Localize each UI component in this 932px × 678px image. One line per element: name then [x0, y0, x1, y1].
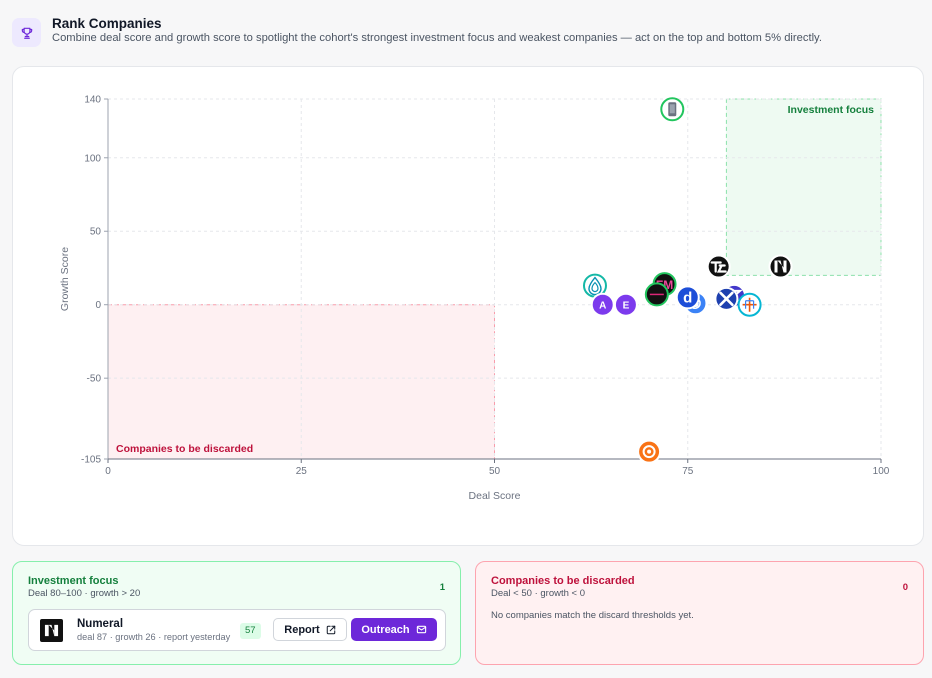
discard-empty-message: No companies match the discard threshold…: [491, 610, 694, 621]
page-title: Rank Companies: [52, 16, 162, 31]
discard-criteria: Deal < 50 · growth < 0: [491, 588, 585, 599]
company-point[interactable]: d: [675, 285, 700, 310]
company-name: Numeral: [77, 618, 124, 630]
x-tick-label: 75: [682, 466, 694, 477]
y-tick-label: -105: [81, 455, 101, 466]
tl-logo-icon: [706, 254, 731, 279]
investment-focus-criteria: Deal 80–100 · growth > 20: [28, 588, 141, 599]
report-button[interactable]: Report: [273, 618, 347, 641]
y-axis-title: Growth Score: [59, 247, 71, 311]
scatter-chart: 0 25 50 75 100 -105 -50 0 50 100 140 Investment fo…: [59, 95, 890, 503]
page-header: Rank Companies Combine deal score and gr…: [12, 14, 920, 54]
company-meta: deal 87 · growth 26 · report yesterday: [77, 632, 231, 642]
score-badge: 57: [240, 623, 261, 639]
y-tick-label: 50: [90, 227, 102, 238]
page-subtitle: Combine deal score and growth score to s…: [52, 32, 822, 44]
outreach-button-label: Outreach: [361, 623, 410, 636]
numeral-logo-icon: [40, 619, 63, 642]
company-point-a[interactable]: A: [590, 292, 615, 317]
x-tick-label: 50: [489, 466, 501, 477]
investment-focus-count: 1: [439, 582, 445, 593]
investment-focus-panel: Investment focus Deal 80–100 · growth > …: [12, 561, 461, 665]
x-tick-label: 0: [105, 466, 111, 477]
discard-count: 0: [902, 582, 908, 593]
discard-title: Companies to be discarded: [491, 575, 635, 587]
scatter-chart-card: 0 25 50 75 100 -105 -50 0 50 100 140 Investment fo…: [12, 66, 924, 546]
y-tick-label: 140: [84, 95, 101, 106]
x-tick-label: 100: [873, 466, 890, 477]
company-point[interactable]: [737, 292, 762, 317]
discard-panel: Companies to be discarded Deal < 50 · gr…: [475, 561, 924, 665]
company-point[interactable]: [637, 439, 662, 464]
outreach-button[interactable]: Outreach: [351, 618, 437, 641]
external-link-icon: [326, 625, 335, 634]
company-point[interactable]: [714, 286, 739, 311]
investment-focus-region-label: Investment focus: [788, 104, 875, 116]
investment-focus-title: Investment focus: [28, 575, 119, 587]
point-d-text: d: [683, 289, 692, 306]
company-point[interactable]: [660, 97, 685, 122]
company-point[interactable]: [706, 254, 731, 279]
investment-focus-region: [725, 98, 882, 276]
y-tick-label: 0: [95, 300, 101, 311]
company-row[interactable]: Numeral deal 87 · growth 26 · report yes…: [28, 609, 446, 651]
report-button-label: Report: [284, 623, 320, 636]
y-tick-label: 100: [84, 153, 101, 164]
trophy-icon: [12, 18, 41, 47]
mail-icon: [416, 625, 426, 634]
x-tick-label: 25: [296, 466, 308, 477]
company-point[interactable]: [768, 254, 793, 279]
point-letter: E: [623, 301, 630, 312]
company-point[interactable]: [644, 282, 669, 307]
point-letter: A: [599, 301, 606, 312]
company-point-e[interactable]: E: [613, 292, 638, 317]
y-tick-label: -50: [87, 374, 102, 385]
numeral-logo-icon: [768, 254, 793, 279]
discard-region-label: Companies to be discarded: [116, 443, 253, 455]
x-axis-title: Deal Score: [469, 490, 521, 502]
